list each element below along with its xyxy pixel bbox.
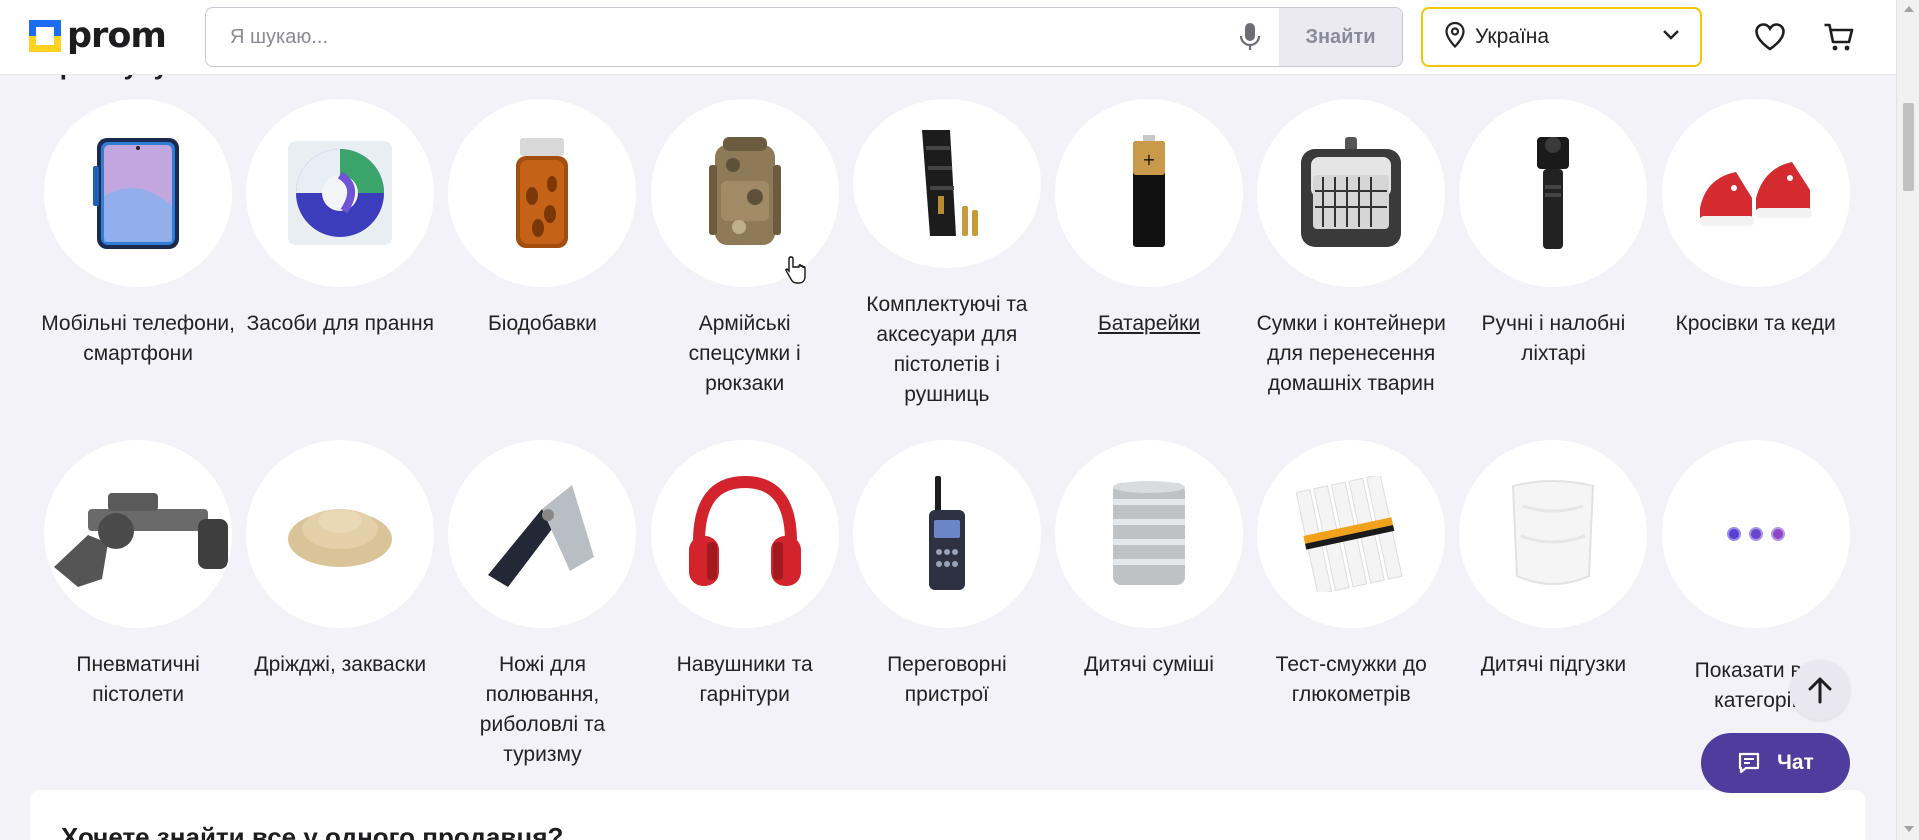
category-label: Засоби для прання bbox=[246, 312, 434, 335]
category-item[interactable]: Навушники та гарнітури bbox=[644, 440, 846, 780]
category-image bbox=[1459, 99, 1648, 287]
category-item[interactable]: Дитячі суміші bbox=[1048, 440, 1250, 780]
category-label: Навушники та гарнітури bbox=[676, 653, 813, 706]
seller-promo-card: Хочете знайти все у одного продавця? bbox=[30, 790, 1865, 840]
category-label: Комплектуючі та аксесуари для пістолетів… bbox=[866, 293, 1028, 406]
category-item[interactable]: Ножі для полювання, риболовлі та туризму bbox=[441, 440, 643, 780]
category-image bbox=[1257, 99, 1446, 287]
category-label: Дитячі підгузки bbox=[1480, 653, 1627, 676]
logo-text: prom bbox=[67, 16, 167, 56]
page-scrollbar[interactable] bbox=[1896, 0, 1919, 840]
category-item[interactable]: Засоби для прання bbox=[239, 99, 441, 410]
category-label: Переговорні пристрої bbox=[887, 653, 1007, 706]
category-image bbox=[650, 99, 839, 287]
scroll-thumb[interactable] bbox=[1903, 103, 1914, 191]
category-label: Тест-смужки до глюкометрів bbox=[1275, 653, 1427, 706]
category-item[interactable]: Армійські спецсумки і рюкзаки bbox=[644, 99, 846, 410]
category-label: Ручні і налобні ліхтарі bbox=[1481, 312, 1626, 365]
arrow-up-icon bbox=[1808, 677, 1832, 704]
region-label: Україна bbox=[1475, 25, 1550, 48]
category-item[interactable]: Сумки і контейнери для перенесення домаш… bbox=[1250, 99, 1452, 410]
category-image bbox=[1055, 440, 1244, 628]
category-label: Дріжджі, закваски bbox=[254, 653, 427, 676]
category-image bbox=[448, 99, 637, 287]
cart-icon[interactable] bbox=[1822, 20, 1856, 54]
category-item[interactable]: Мобільні телефони, смартфони bbox=[37, 99, 239, 410]
category-label: Пневматичні пістолети bbox=[76, 653, 200, 706]
category-item[interactable]: Комплектуючі та аксесуари для пістолетів… bbox=[846, 99, 1048, 410]
category-image bbox=[1257, 440, 1446, 628]
category-label: Дитячі суміші bbox=[1084, 653, 1214, 676]
location-pin-icon bbox=[1445, 21, 1465, 53]
card-title: Хочете знайти все у одного продавця? bbox=[61, 822, 564, 840]
category-label: Армійські спецсумки і рюкзаки bbox=[688, 312, 801, 395]
category-image bbox=[44, 99, 233, 287]
chat-button[interactable]: Чат bbox=[1701, 733, 1850, 793]
category-item[interactable]: Ручні і налобні ліхтарі bbox=[1452, 99, 1654, 410]
category-item[interactable]: Тест-смужки до глюкометрів bbox=[1250, 440, 1452, 780]
category-item[interactable]: Біодобавки bbox=[441, 99, 643, 410]
chevron-down-icon bbox=[1662, 28, 1680, 46]
category-image bbox=[1459, 440, 1648, 628]
scroll-up-arrow-icon[interactable] bbox=[1904, 6, 1914, 12]
category-grid: Мобільні телефони, смартфони Засоби для … bbox=[37, 99, 1857, 780]
category-image bbox=[852, 99, 1041, 268]
category-label: Біодобавки bbox=[488, 312, 597, 335]
category-image bbox=[1661, 99, 1850, 287]
category-label: Ножі для полювання, риболовлі та туризму bbox=[479, 653, 606, 766]
category-item[interactable]: Дитячі підгузки bbox=[1452, 440, 1654, 780]
category-item[interactable]: Переговорні пристрої bbox=[846, 440, 1048, 780]
category-image: + bbox=[1055, 99, 1244, 287]
search-input[interactable] bbox=[206, 8, 1221, 66]
category-image bbox=[246, 99, 435, 287]
category-label: Сумки і контейнери для перенесення домаш… bbox=[1256, 312, 1446, 395]
hand-cursor-icon bbox=[785, 255, 807, 290]
category-image bbox=[448, 440, 637, 628]
category-image bbox=[44, 440, 233, 628]
chat-icon bbox=[1739, 752, 1760, 774]
scroll-to-top-button[interactable] bbox=[1790, 660, 1850, 720]
chat-label: Чат bbox=[1777, 751, 1814, 774]
category-label: Батарейки bbox=[1097, 312, 1201, 335]
category-label: Мобільні телефони, смартфони bbox=[41, 312, 235, 365]
category-item[interactable]: + Батарейки bbox=[1048, 99, 1250, 410]
prom-logo[interactable]: prom bbox=[29, 16, 167, 56]
more-dots-icon bbox=[1661, 440, 1850, 628]
logo-mark-icon bbox=[29, 20, 61, 52]
category-image bbox=[246, 440, 435, 628]
category-image bbox=[852, 440, 1041, 628]
site-header: prom Знайти Україна bbox=[0, 0, 1896, 75]
search-bar: Знайти bbox=[205, 7, 1403, 67]
svg-text:+: + bbox=[1142, 150, 1155, 169]
show-all-categories[interactable]: Показати всі категорії bbox=[1655, 440, 1857, 780]
region-selector[interactable]: Україна bbox=[1421, 7, 1702, 67]
category-label: Кросівки та кеди bbox=[1675, 312, 1836, 335]
category-image bbox=[650, 440, 839, 628]
category-item[interactable]: Пневматичні пістолети bbox=[37, 440, 239, 780]
category-item[interactable]: Дріжджі, закваски bbox=[239, 440, 441, 780]
search-button[interactable]: Знайти bbox=[1279, 8, 1402, 66]
scroll-down-arrow-icon[interactable] bbox=[1904, 826, 1914, 832]
category-item[interactable]: Кросівки та кеди bbox=[1655, 99, 1857, 410]
microphone-icon[interactable] bbox=[1221, 8, 1279, 66]
heart-icon[interactable] bbox=[1753, 20, 1787, 54]
